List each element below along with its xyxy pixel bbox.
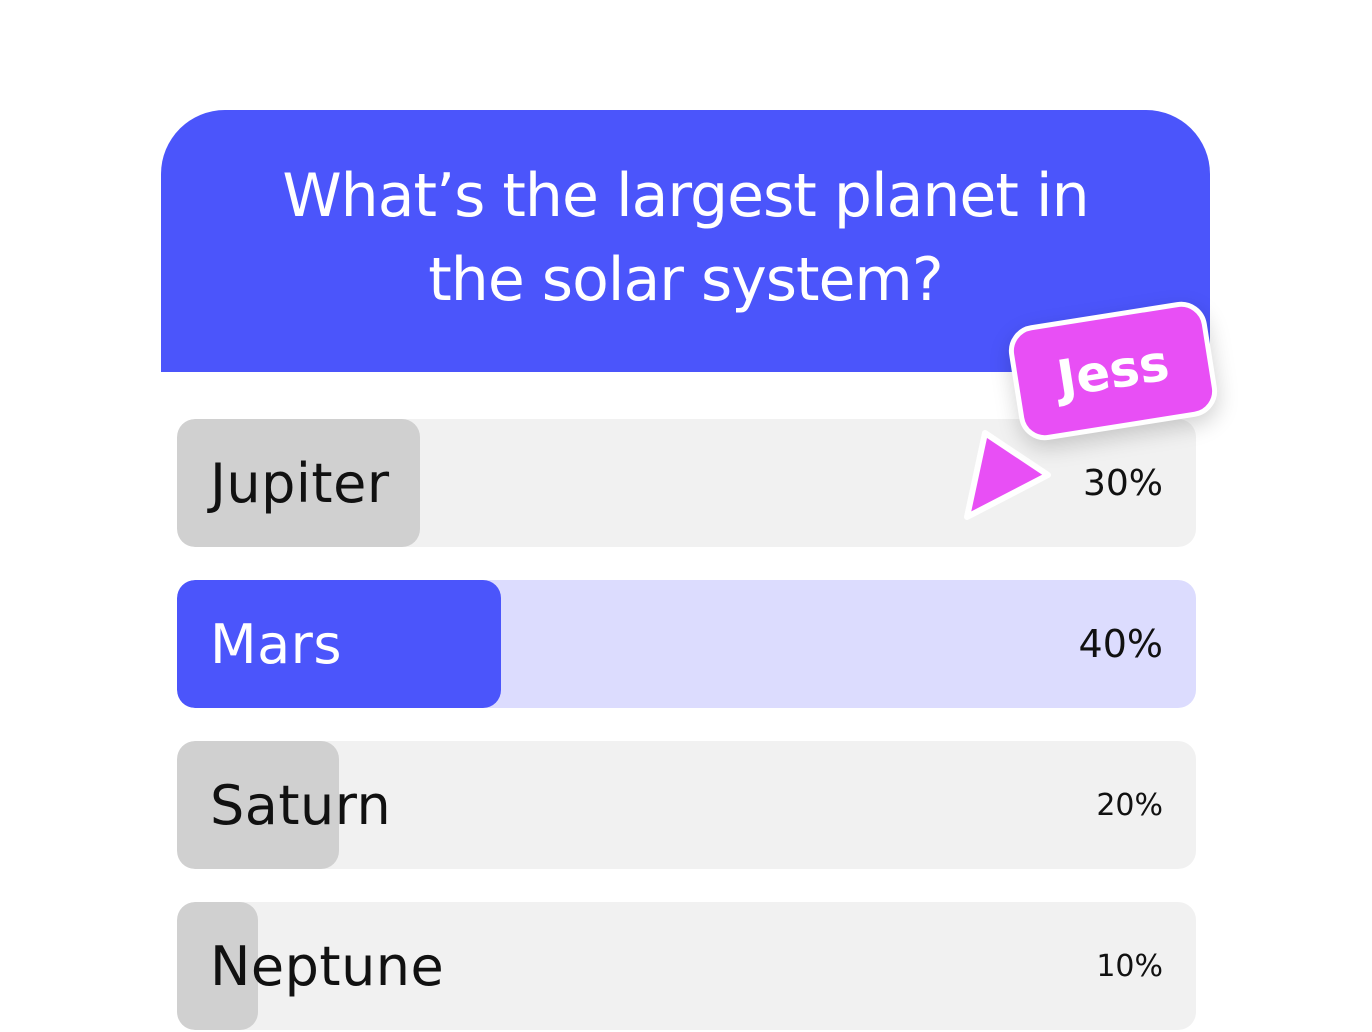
option-percent: 30%	[1082, 462, 1163, 504]
option-label: Mars	[210, 612, 343, 676]
question-title: What’s the largest planet in the solar s…	[282, 161, 1089, 315]
option-label: Saturn	[210, 773, 392, 837]
option-label: Neptune	[210, 934, 445, 998]
option-percent: 10%	[1096, 948, 1163, 984]
option-label: Jupiter	[210, 451, 390, 515]
cursor-pointer-icon	[964, 430, 1051, 520]
option-percent: 20%	[1096, 787, 1163, 823]
poll-option-mars[interactable]: Mars 40%	[177, 580, 1196, 708]
cursor-name: Jess	[1053, 333, 1173, 409]
poll-option-neptune[interactable]: Neptune 10%	[177, 902, 1196, 1030]
poll-option-saturn[interactable]: Saturn 20%	[177, 741, 1196, 869]
option-percent: 40%	[1078, 622, 1163, 666]
poll-canvas: What’s the largest planet in the solar s…	[0, 0, 1372, 1032]
